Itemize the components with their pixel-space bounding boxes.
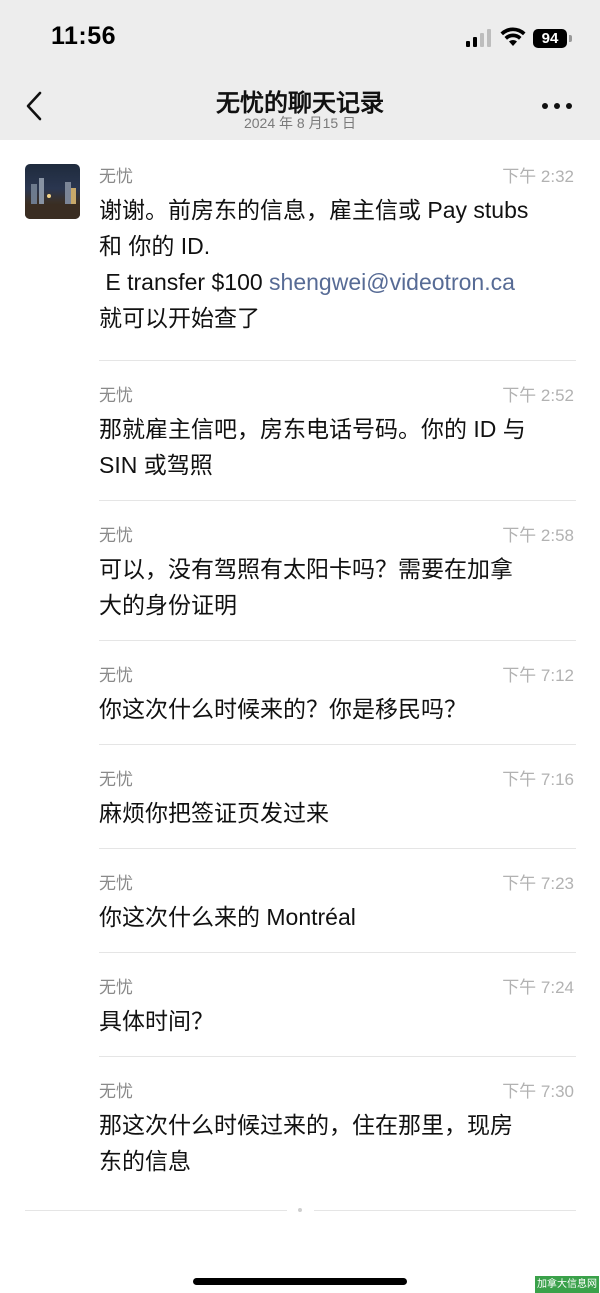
message-time: 下午 2:58 [502,526,574,545]
message-item: 无忧 下午 2:58 可以，没有驾照有太阳卡吗？需要在加拿 大的身份证明 [99,501,576,641]
message-text: 那这次什么时候过来的，住在那里，现房 东的信息 [99,1112,513,1174]
message-item: 无忧 下午 2:32 谢谢。前房东的信息，雇主信或 Pay stubs 和 你的… [99,140,576,361]
message-time: 下午 2:32 [502,167,574,186]
message-sender: 无忧 [99,666,133,685]
message-sender: 无忧 [99,526,133,545]
more-options-button[interactable] [540,96,574,116]
message-sender: 无忧 [99,770,133,789]
message-time: 下午 7:23 [502,874,574,893]
page-subtitle: 2024 年 8 月15 日 [243,115,357,131]
message-text: 具体时间？ [99,1008,214,1034]
end-divider [25,1208,576,1212]
message-time: 下午 7:24 [502,978,574,997]
battery-icon: 94 [533,29,567,48]
more-icon [542,103,548,109]
message-item: 无忧 下午 7:23 你这次什么来的 Montréal [99,849,576,953]
message-time: 下午 7:16 [502,770,574,789]
message-text: 你这次什么来的 Montréal [99,904,356,930]
message-text: 谢谢。前房东的信息，雇主信或 Pay stubs 和 你的 ID. E tran… [99,197,529,331]
message-time: 下午 2:52 [502,386,574,405]
top-area: 11:56 94 无忧的聊天记录 2024 年 8 月15 日 [0,0,600,140]
message-text: 可以，没有驾照有太阳卡吗？需要在加拿 大的身份证明 [99,556,513,618]
home-indicator[interactable] [193,1278,407,1285]
message-item: 无忧 下午 7:24 具体时间？ [99,953,576,1057]
message-list: 无忧 下午 2:32 谢谢。前房东的信息，雇主信或 Pay stubs 和 你的… [0,140,600,1196]
message-item: 无忧 下午 7:30 那这次什么时候过来的，住在那里，现房 东的信息 [99,1057,576,1196]
message-item: 无忧 下午 7:16 麻烦你把签证页发过来 [99,745,576,849]
message-sender: 无忧 [99,1082,133,1101]
message-text: 那就雇主信吧，房东电话号码。你的 ID 与 SIN 或驾照 [99,416,526,478]
message-sender: 无忧 [99,874,133,893]
watermark: 加拿大信息网 [535,1276,599,1293]
message-sender: 无忧 [99,167,133,186]
email-link[interactable]: shengwei@videotron.ca [269,269,515,295]
status-bar: 11:56 94 [0,0,600,76]
cellular-signal-icon [466,29,492,47]
message-time: 下午 7:12 [502,666,574,685]
message-text: 你这次什么时候来的？你是移民吗？ [99,696,467,722]
message-item: 无忧 下午 2:52 那就雇主信吧，房东电话号码。你的 ID 与 SIN 或驾照 [99,361,576,501]
message-sender: 无忧 [99,386,133,405]
battery-tip [569,35,572,42]
message-time: 下午 7:30 [502,1082,574,1101]
wifi-icon [500,27,526,46]
status-time: 11:56 [51,22,117,50]
message-sender: 无忧 [99,978,133,997]
message-text: 麻烦你把签证页发过来 [99,800,329,826]
message-item: 无忧 下午 7:12 你这次什么时候来的？你是移民吗？ [99,641,576,745]
